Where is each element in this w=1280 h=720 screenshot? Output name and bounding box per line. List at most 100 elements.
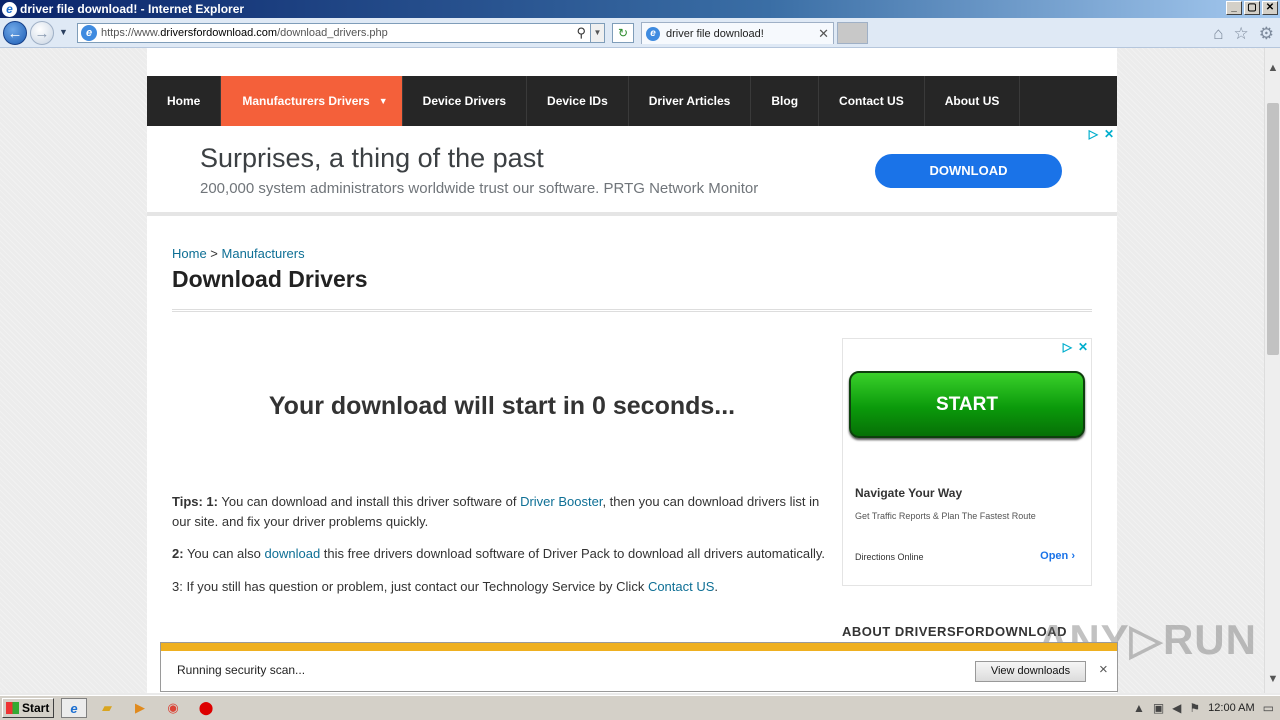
vertical-scrollbar[interactable]: ▲ ▼ <box>1264 48 1280 693</box>
page-title: Download Drivers <box>172 266 368 292</box>
tip-3: 3: If you still has question or problem,… <box>172 577 832 597</box>
nav-manufacturers-drivers[interactable]: Manufacturers Drivers ▼ <box>221 76 403 126</box>
tray-network-icon[interactable]: ▣ <box>1153 701 1164 715</box>
top-ad-banner[interactable]: ▷ ✕ Surprises, a thing of the past 200,0… <box>147 126 1117 216</box>
chevron-down-icon: ▼ <box>378 96 388 106</box>
nav-device-drivers[interactable]: Device Drivers <box>403 76 528 126</box>
url-prefix: https://www. <box>101 27 161 39</box>
refresh-button[interactable]: ↻ <box>612 23 634 43</box>
download-link[interactable]: download <box>265 546 321 561</box>
system-tray: ▲ ▣ ◀ ⚑ 12:00 AM ▭ <box>1127 697 1280 719</box>
breadcrumb-manufacturers[interactable]: Manufacturers <box>222 246 305 261</box>
ad-subtitle[interactable]: 200,000 system administrators worldwide … <box>200 180 758 197</box>
nav-home[interactable]: Home <box>147 76 222 126</box>
side-ad-subtitle[interactable]: Get Traffic Reports & Plan The Fastest R… <box>855 511 1036 521</box>
breadcrumb-separator: > <box>206 246 222 261</box>
scroll-down-arrow-icon[interactable]: ▼ <box>1265 673 1280 685</box>
nav-manufacturers-label: Manufacturers Drivers <box>242 94 370 108</box>
windows-taskbar: Start e ▰ ▶ ◉ ⬤ ▲ ▣ ◀ ⚑ 12:00 AM ▭ <box>0 695 1280 720</box>
search-icon[interactable]: ⚲ <box>576 25 586 41</box>
tray-volume-icon[interactable]: ◀ <box>1172 701 1181 715</box>
download-progress-bar <box>161 643 1117 651</box>
adchoices-play-icon[interactable]: ▷ <box>1089 127 1098 141</box>
download-bar-close-icon[interactable]: × <box>1099 661 1108 678</box>
side-ad-open-label: Open <box>1040 550 1069 562</box>
scroll-up-arrow-icon[interactable]: ▲ <box>1265 62 1280 74</box>
maximize-button[interactable]: ▢ <box>1244 1 1260 15</box>
ad-download-button[interactable]: DOWNLOAD <box>875 154 1062 188</box>
tip-2: 2: You can also download this free drive… <box>172 544 832 564</box>
ad-close-icon[interactable]: ✕ <box>1078 340 1088 354</box>
browser-toolbar-right: ⌂ ☆ ⚙ <box>1213 24 1274 44</box>
window-controls: _ ▢ ✕ <box>1226 1 1278 15</box>
download-status-text: Running security scan... <box>177 663 306 677</box>
side-ad-title[interactable]: Navigate Your Way <box>855 486 962 500</box>
adchoices[interactable]: ▷ ✕ <box>1089 127 1114 141</box>
ie-logo-icon: e <box>2 1 17 17</box>
breadcrumb: Home > Manufacturers <box>172 246 305 261</box>
view-downloads-button[interactable]: View downloads <box>975 661 1086 682</box>
taskbar-chrome-icon[interactable]: ◉ <box>160 698 186 718</box>
new-tab-button[interactable] <box>837 22 868 44</box>
close-window-button[interactable]: ✕ <box>1262 1 1278 15</box>
side-ad-open-link[interactable]: Open › <box>1040 550 1075 562</box>
site-page: Home Manufacturers Drivers ▼ Device Drive… <box>147 48 1117 693</box>
ad-close-icon[interactable]: ✕ <box>1104 127 1114 141</box>
settings-gear-icon[interactable]: ⚙ <box>1259 24 1274 44</box>
tray-flag-icon[interactable]: ⚑ <box>1189 701 1200 715</box>
adchoices-play-icon[interactable]: ▷ <box>1063 340 1072 354</box>
home-icon[interactable]: ⌂ <box>1213 24 1223 44</box>
ad-start-button[interactable]: START <box>849 371 1085 438</box>
windows-flag-icon <box>6 702 19 714</box>
side-ad[interactable]: ▷ ✕ START Navigate Your Way Get Traffic … <box>842 338 1092 586</box>
nav-about-us[interactable]: About US <box>925 76 1021 126</box>
window-title: driver file download! - Internet Explore… <box>20 2 245 16</box>
nav-device-ids[interactable]: Device IDs <box>527 76 629 126</box>
tip-2-post: this free drivers download software of D… <box>320 546 825 561</box>
title-divider <box>172 309 1092 312</box>
about-heading: ABOUT DRIVERSFORDOWNLOAD <box>842 624 1068 639</box>
download-countdown: Your download will start in 0 seconds... <box>268 392 736 420</box>
back-button[interactable]: ← <box>3 21 27 45</box>
browser-tab[interactable]: e driver file download! ✕ <box>641 22 834 44</box>
taskbar-ie-icon[interactable]: e <box>61 698 87 718</box>
breadcrumb-home[interactable]: Home <box>172 246 207 261</box>
address-dropdown-icon[interactable]: ▼ <box>590 24 604 42</box>
taskbar-media-player-icon[interactable]: ▶ <box>127 698 153 718</box>
ad-title[interactable]: Surprises, a thing of the past <box>200 143 544 174</box>
tip-3-pre: 3: If you still has question or problem,… <box>172 579 648 594</box>
tip-2-label: 2: <box>172 546 184 561</box>
tray-clock[interactable]: 12:00 AM <box>1208 702 1254 714</box>
driver-booster-link[interactable]: Driver Booster <box>520 494 602 509</box>
scroll-thumb[interactable] <box>1267 103 1279 355</box>
page-viewport: Home Manufacturers Drivers ▼ Device Drive… <box>0 48 1264 693</box>
download-notification-bar: Running security scan... View downloads … <box>160 642 1118 692</box>
tip-1-pre: You can download and install this driver… <box>218 494 521 509</box>
favorites-star-icon[interactable]: ☆ <box>1234 24 1249 44</box>
tab-close-icon[interactable]: ✕ <box>818 26 829 42</box>
forward-button[interactable]: → <box>30 21 54 45</box>
taskbar-antivirus-icon[interactable]: ⬤ <box>193 698 219 718</box>
side-ad-advertiser[interactable]: Directions Online <box>855 552 924 562</box>
nav-driver-articles[interactable]: Driver Articles <box>629 76 752 126</box>
taskbar-folder-icon[interactable]: ▰ <box>94 698 120 718</box>
nav-contact-us[interactable]: Contact US <box>819 76 925 126</box>
start-button[interactable]: Start <box>2 698 54 718</box>
nav-blog[interactable]: Blog <box>751 76 820 126</box>
tip-3-post: . <box>714 579 719 594</box>
history-dropdown-icon[interactable]: ▼ <box>59 27 68 37</box>
contact-us-link[interactable]: Contact US <box>648 579 714 594</box>
window-titlebar: e driver file download! - Internet Explo… <box>0 0 1280 18</box>
url-host: driversfordownload.com <box>160 27 278 39</box>
minimize-button[interactable]: _ <box>1226 1 1242 15</box>
tray-expand-icon[interactable]: ▲ <box>1133 701 1145 715</box>
address-bar[interactable]: e https://www. driversfordownload.com/dow… <box>77 23 605 43</box>
side-adchoices[interactable]: ▷ ✕ <box>1063 340 1088 354</box>
page-favicon-icon: e <box>81 25 97 41</box>
show-desktop-icon[interactable]: ▭ <box>1263 701 1274 715</box>
url-path: /download_drivers.php <box>277 27 388 39</box>
start-label: Start <box>22 701 50 715</box>
tip-2-pre: You can also <box>183 546 265 561</box>
browser-navbar: ← → ▼ e https://www. driversfordownload.c… <box>0 18 1280 48</box>
tab-title: driver file download! <box>666 27 764 40</box>
